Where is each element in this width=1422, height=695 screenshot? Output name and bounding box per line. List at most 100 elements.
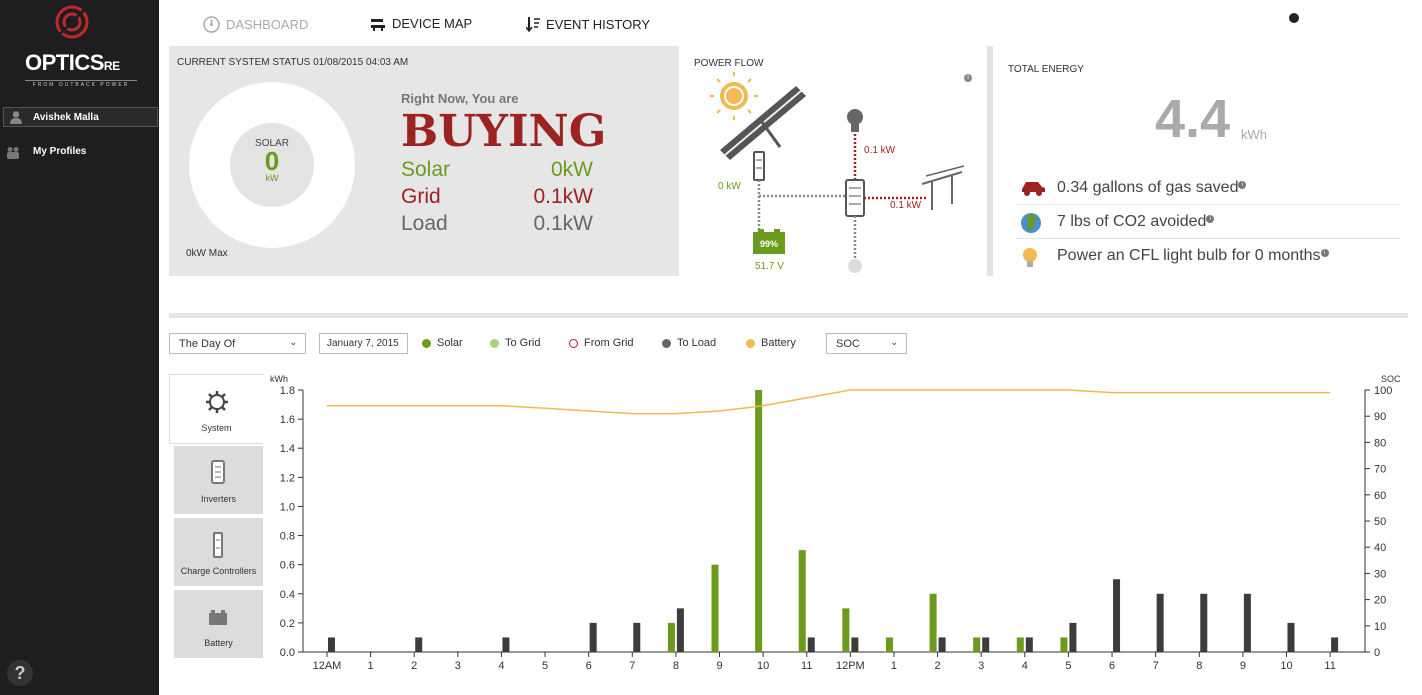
y2-tick-label: 80 [1374,437,1386,449]
bar-to-load [1287,622,1295,652]
tab-charge-controllers[interactable]: Charge Controllers [174,518,263,588]
legend-to-grid[interactable]: To Grid [490,337,540,349]
bar-solar [973,637,981,652]
bar-to-load [982,637,990,652]
sort-icon [526,17,540,32]
charge-controller-icon [753,151,765,181]
bar-to-load [1069,622,1077,652]
legend-battery[interactable]: Battery [746,337,796,349]
info-icon[interactable]: i [1238,181,1247,189]
info-icon[interactable]: i [1320,249,1329,257]
legend-label: From Grid [584,337,634,349]
energy-chart: 0.0 0.2 0.4 0.6 0.8 1.0 1.2 1.4 1.6 1.8 0 10 20 30 40 5… [270,374,1401,672]
status-row-name: Load [401,212,448,235]
status-row-solar: Solar 0kW [401,158,593,184]
x-tick-label: 2 [935,660,941,672]
y2-tick-label: 20 [1374,595,1386,607]
date-value: January 7, 2015 [327,338,399,349]
metric-select[interactable]: SOC ⌄ [826,333,907,354]
x-tick-label: 9 [1240,660,1246,672]
bar-to-load [589,622,597,652]
gear-icon [206,391,228,413]
legend-label: Battery [761,337,796,349]
sun-icon [710,72,758,120]
bar-to-load [415,637,423,652]
x-tick-label: 8 [673,660,679,672]
y2-tick-label: 40 [1374,542,1386,554]
bar-to-load [1200,593,1208,652]
legend-swatch [490,338,499,348]
x-tick-label: 6 [586,660,592,672]
y2-tick-label: 10 [1374,621,1386,633]
tab-device-map[interactable]: DEVICE MAP [370,16,472,31]
battery-voltage: 51.7 V [755,261,784,272]
tab-label: Charge Controllers [180,566,257,576]
profiles-icon [7,147,19,159]
energy-stat-label: 7 lbs of CO2 avoided i [1057,213,1215,231]
bar-to-load [851,637,859,652]
bar-solar [1060,637,1068,652]
tab-dashboard[interactable]: DASHBOARD [203,16,308,33]
info-icon[interactable]: i [1206,215,1215,223]
brand-tagline: FROM OUTBACK POWER [25,80,137,88]
x-tick-label: 7 [1153,660,1159,672]
y-tick-label: 0.4 [280,589,295,601]
legend-label: Solar [437,337,463,349]
sidebar-item-my-profiles[interactable]: My Profiles [0,143,159,161]
tab-battery[interactable]: Battery [174,590,263,660]
tab-system[interactable]: System [169,374,263,444]
x-tick-label: 12PM [836,660,865,672]
legend-from-grid[interactable]: From Grid [569,337,634,349]
inverter-icon [211,460,225,484]
user-menu[interactable]: Avishek Malla [3,107,158,127]
logo[interactable]: OPTICSRE FROM OUTBACK POWER [0,0,159,100]
tab-label: Inverters [200,494,236,504]
bar-solar [1016,637,1024,652]
date-picker[interactable]: January 7, 2015 [319,333,408,354]
help-button[interactable]: ? [7,660,33,686]
tab-device-map-label: DEVICE MAP [392,16,473,31]
bar-to-load [633,622,641,652]
soc-line [327,389,1331,415]
panel-divider [987,46,993,276]
bar-to-load [938,637,946,652]
energy-stat-label: Power an CFL light bulb for 0 months i [1057,247,1329,265]
system-mode: BUYING [401,106,607,157]
chevron-down-icon: ⌄ [289,337,297,347]
battery-icon [209,610,227,625]
charge-controller-icon [213,532,223,558]
legend-swatch [662,338,671,348]
solar-donut-value: 0 [264,146,280,176]
bar-solar [711,564,719,652]
x-tick-label: 8 [1196,660,1202,672]
range-select[interactable]: The Day Of ⌄ [169,333,306,354]
energy-stat-gas: 0.34 gallons of gas saved i [1016,171,1400,205]
y2-tick-label: 0 [1374,647,1380,659]
bar-to-load [1156,593,1164,652]
device-map-icon [371,18,385,31]
bar-to-load [807,637,815,652]
legend-solar[interactable]: Solar [422,337,463,349]
status-row-value: 0.1kW [533,212,593,235]
tab-event-history[interactable]: EVENT HISTORY [526,16,650,32]
car-icon [1022,182,1045,196]
chevron-down-icon: ⌄ [890,337,898,347]
bar-to-load [1331,637,1339,652]
energy-stat-co2: 7 lbs of CO2 avoided i [1016,205,1400,239]
bar-to-load [1025,637,1033,652]
notification-dot[interactable] [1289,13,1299,23]
bar-solar [842,608,850,652]
energy-stat-label: 0.34 gallons of gas saved i [1057,179,1247,197]
tab-inverters[interactable]: Inverters [174,446,263,516]
sidebar: OPTICSRE FROM OUTBACK POWER Avishek Mall… [0,0,159,695]
x-tick-label: 10 [1280,660,1292,672]
bar-to-load [327,637,335,652]
solar-kw-label: 0 kW [718,181,741,192]
bar-to-load [502,637,510,652]
x-tick-label: 6 [1109,660,1115,672]
x-tick-label: 1 [891,660,897,672]
legend-to-load[interactable]: To Load [662,337,716,349]
energy-stat-bulb: Power an CFL light bulb for 0 months i [1016,239,1400,273]
status-row-load: Load 0.1kW [401,212,593,238]
max-label: 0kW Max [186,248,228,259]
